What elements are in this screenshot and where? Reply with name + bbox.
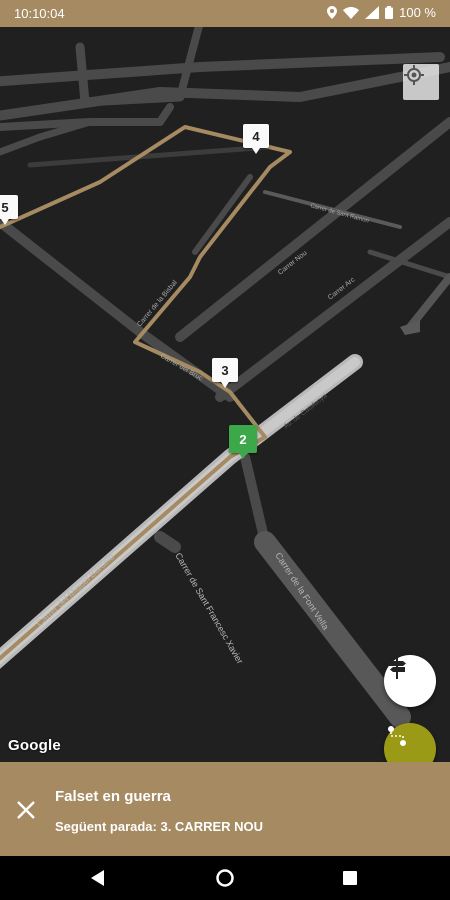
next-stop-text: Següent parada: 3. CARRER NOU <box>55 819 264 834</box>
back-button[interactable] <box>88 868 108 888</box>
directions-signpost-button[interactable] <box>384 655 436 707</box>
signpost-icon <box>389 657 406 679</box>
battery-icon <box>385 6 394 19</box>
route-icon <box>388 726 406 746</box>
stop-marker-5[interactable]: 5 <box>0 195 18 225</box>
street-label: Carrer de la Font Vella <box>273 551 330 632</box>
map-canvas: Carrer del Miquel Barceló Carrer de Sant… <box>0 27 450 728</box>
google-attribution: Google <box>8 737 61 754</box>
close-icon[interactable] <box>14 798 38 822</box>
back-triangle-icon <box>91 870 104 886</box>
walking-route <box>0 125 292 661</box>
tour-panel: Falset en guerra Següent parada: 3. CARR… <box>0 762 450 856</box>
crosshair-icon <box>404 65 424 85</box>
location-icon <box>327 6 338 19</box>
street-label: Carrer de la Bisbal <box>136 279 179 328</box>
stop-marker-3[interactable]: 3 <box>212 358 238 388</box>
road <box>240 452 270 547</box>
map-view[interactable]: Carrer del Miquel Barceló Carrer de Sant… <box>0 27 450 762</box>
status-bar: 10:10:04 100 % <box>0 0 450 27</box>
road <box>176 27 203 101</box>
stop-marker-2-current[interactable]: 2 <box>229 425 257 459</box>
my-location-button[interactable] <box>403 64 439 100</box>
android-nav-bar <box>0 856 450 900</box>
home-button[interactable] <box>215 868 235 888</box>
signal-icon <box>365 6 380 19</box>
battery-percent: 100 % <box>399 5 436 20</box>
wifi-icon <box>343 6 360 19</box>
status-time: 10:10:04 <box>14 6 65 21</box>
road <box>154 531 181 553</box>
status-icons: 100 % <box>327 5 436 20</box>
street-label: Carrer del Miquel Barceló <box>35 552 116 629</box>
tour-title: Falset en guerra <box>55 788 171 805</box>
road <box>192 174 253 255</box>
recents-square-icon <box>343 871 357 885</box>
road <box>406 273 450 331</box>
stop-marker-4[interactable]: 4 <box>243 124 269 154</box>
recents-button[interactable] <box>340 868 360 888</box>
home-circle-icon <box>216 869 234 887</box>
street-label: Carrer de Sant Francesc Xavier <box>173 551 245 666</box>
